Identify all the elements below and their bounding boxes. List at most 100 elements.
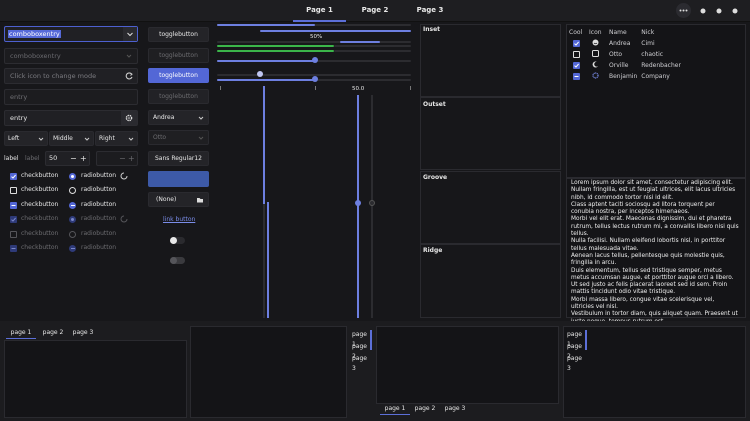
switch-knob [170, 237, 177, 244]
maximize-button[interactable] [713, 5, 725, 17]
tree-cool-checkbox[interactable] [567, 38, 587, 49]
spin-button[interactable]: 50 − + [45, 151, 90, 166]
align-middle-label: Middle [53, 135, 73, 142]
vscale-1-slider[interactable] [355, 200, 361, 206]
scale-1-fill [217, 60, 315, 62]
scale-2-slider[interactable] [257, 71, 263, 77]
radiobutton-label: radiobutton [81, 172, 117, 179]
radiobutton-label: radiobutton [81, 186, 117, 193]
chevron-down-icon [128, 137, 134, 141]
notebook-3-tab-3[interactable]: page 3 [348, 354, 372, 374]
combobox-entry[interactable]: comboboxentry [4, 26, 138, 42]
scale-3-slider[interactable] [312, 76, 318, 82]
column-cool[interactable]: Cool [567, 27, 587, 38]
table-row[interactable]: Andrea Cimi [567, 38, 683, 49]
checkbutton-box[interactable] [10, 173, 17, 180]
switch-disabled [170, 257, 185, 264]
combobox-dropdown-button[interactable] [123, 27, 137, 41]
menu-button[interactable] [676, 3, 691, 18]
tree-name-cell: Benjamin [609, 73, 638, 80]
align-right-label: Right [99, 135, 115, 142]
radiobutton-label: radiobutton [81, 230, 117, 237]
level-bar-1 [217, 45, 334, 47]
tree-cool-checkbox[interactable] [567, 71, 587, 82]
spin-increment-disabled: + [128, 154, 135, 163]
checkbutton-label: checkbutton [21, 186, 59, 193]
sad-icon [587, 49, 607, 60]
tab-page-1[interactable]: Page 1 [293, 0, 346, 22]
entry-with-icon[interactable]: entry [4, 110, 138, 126]
text-paragraph: Class aptent taciti sociosqu ad litora t… [571, 201, 715, 216]
align-left-combo[interactable]: Left [4, 131, 48, 146]
togglebutton-4-disabled: togglebutton [148, 89, 209, 104]
togglebutton-1[interactable]: togglebutton [148, 27, 209, 42]
checkbutton-box[interactable] [10, 245, 17, 252]
minimize-icon [700, 8, 706, 14]
checkbutton-box[interactable] [10, 216, 17, 223]
tab-page-3[interactable]: Page 3 [404, 0, 456, 22]
tree-cool-checkbox[interactable] [567, 49, 587, 60]
notebook-5-tab-3[interactable]: page 3 [563, 354, 587, 374]
link-button[interactable]: link button [163, 216, 195, 223]
name-combobox[interactable]: Andrea [148, 110, 209, 125]
chevron-down-icon [84, 137, 90, 141]
minimize-button[interactable] [697, 5, 709, 17]
column-name[interactable]: Name [607, 27, 639, 38]
checkbutton-label: checkbutton [21, 215, 59, 222]
tree-cool-checkbox[interactable] [567, 60, 587, 71]
align-right-combo[interactable]: Right [95, 131, 138, 146]
frame-inset-label: Inset [423, 26, 441, 33]
tree-name-cell: Otto [609, 51, 623, 58]
notebook-1-tab-3[interactable]: page 3 [68, 328, 98, 338]
spin-decrement-disabled: − [119, 154, 126, 163]
spin-decrement[interactable]: − [70, 152, 77, 165]
togglebutton-3-active[interactable]: togglebutton [148, 68, 209, 83]
radiobutton-circle[interactable] [69, 231, 76, 238]
spin-increment[interactable]: + [80, 152, 87, 165]
frame-ridge: Ridge [420, 244, 561, 318]
notebook-1-tab-1[interactable]: page 1 [6, 328, 36, 339]
tree-table: Cool Icon Name Nick Andrea Cimi Otto chaoti… [567, 27, 683, 82]
tab-page-2[interactable]: Page 2 [349, 0, 401, 22]
radiobutton-circle[interactable] [69, 202, 76, 209]
name-combobox-value: Andrea [153, 114, 175, 121]
radiobutton-circle[interactable] [69, 173, 76, 180]
notebook-4-tab-2[interactable]: page 2 [410, 404, 440, 414]
font-button[interactable]: Sans Regular 12 [148, 151, 209, 166]
radiobutton-circle[interactable] [69, 245, 76, 252]
switch-on[interactable] [170, 237, 185, 244]
align-middle-combo[interactable]: Middle [49, 131, 94, 146]
table-row[interactable]: Otto chaotic [567, 49, 683, 60]
icon-entry[interactable]: Click icon to change mode [4, 68, 138, 84]
table-row[interactable]: Orville Redenbacher [567, 60, 683, 71]
entry-empty[interactable]: entry [4, 89, 138, 105]
table-row[interactable]: Benjamin Company [567, 71, 683, 82]
level-bar-1-rest [334, 45, 411, 47]
notebook-4-tab-1[interactable]: page 1 [380, 404, 410, 415]
radiobutton-circle[interactable] [69, 187, 76, 194]
notebook-1-tab-2[interactable]: page 2 [38, 328, 68, 338]
text-paragraph: Nulla facilisi. Nullam eleifend lobortis… [571, 238, 726, 252]
notebook-4-tab-3[interactable]: page 3 [440, 404, 470, 414]
column-nick[interactable]: Nick [639, 27, 683, 38]
checkbutton-box[interactable] [10, 187, 17, 194]
column-icon[interactable]: Icon [587, 27, 607, 38]
file-chooser-button[interactable]: (None) [148, 192, 209, 207]
frame-ridge-label: Ridge [423, 247, 443, 254]
checkbutton-box[interactable] [10, 202, 17, 209]
refresh-icon[interactable] [124, 71, 134, 81]
color-button[interactable] [148, 171, 209, 187]
close-button[interactable] [729, 5, 741, 17]
checkbutton-box[interactable] [10, 231, 17, 238]
close-icon [732, 8, 738, 14]
level-bar-2-rest [334, 50, 411, 52]
entry-settings-button[interactable] [121, 111, 137, 125]
scale-tick-3 [410, 86, 411, 90]
vscale-2-slider[interactable] [369, 200, 375, 206]
chevron-down-icon [126, 54, 132, 58]
font-size: 12 [194, 155, 202, 162]
icon-entry-placeholder: Click icon to change mode [10, 72, 97, 80]
radiobutton-circle[interactable] [69, 216, 76, 223]
combobox-entry-text: comboboxentry [8, 30, 61, 38]
scale-1-slider[interactable] [312, 57, 318, 63]
